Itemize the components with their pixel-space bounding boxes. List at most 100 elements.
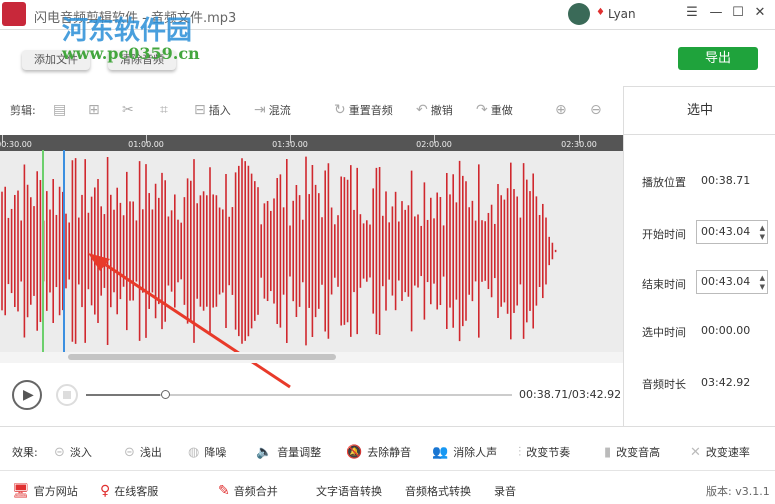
effect-label: 浅出 xyxy=(139,446,162,459)
effect-button[interactable]: ▮ 改变音高 xyxy=(604,444,660,460)
selection-panel: 选中 播放位置 00:38.71 开始时间 00:43.04 ▲ ▼ 结束时间 00… xyxy=(623,86,775,426)
effect-icon: ◍ xyxy=(188,444,200,460)
footer-link[interactable]: ✎ 音频合并 xyxy=(218,483,278,499)
maximize-button[interactable]: ☐ xyxy=(730,5,746,20)
spin-down-icon[interactable]: ▼ xyxy=(760,283,765,291)
effect-icon: ⊝ xyxy=(54,444,65,460)
effect-label: 消除人声 xyxy=(453,446,498,459)
cut-icon[interactable]: ✂ xyxy=(122,102,134,118)
timeline-label: 01:30.00 xyxy=(272,140,308,149)
edit-label: 剪辑: xyxy=(10,104,36,117)
insert-icon: ⊟ xyxy=(194,102,206,118)
footer-label: 文字语音转换 xyxy=(316,485,382,498)
paste-icon[interactable]: ⊞ xyxy=(88,102,100,118)
start-marker[interactable] xyxy=(42,150,44,352)
effect-label: 降噪 xyxy=(204,446,227,459)
effect-icon: ⫶ xyxy=(518,444,522,460)
stop-icon xyxy=(63,391,71,399)
username[interactable]: Lyan xyxy=(608,7,636,21)
footer-link[interactable]: 文字语音转换 xyxy=(316,483,382,499)
effect-button[interactable]: 🔕 去除静音 xyxy=(346,444,411,460)
effect-icon: ✕ xyxy=(690,444,701,460)
timeline-label: 02:30.00 xyxy=(561,140,597,149)
undo-button[interactable]: ↶ 撤销 xyxy=(416,102,453,118)
spin-up-icon[interactable]: ▲ xyxy=(760,224,765,232)
edit-toolbar: 剪辑: ▤ ⊞ ✂ ⌗ ⊟ 插入 ⇥ 混流 ↻ 重置音频 ↶ 撤销 ↷ 重做 ⊕ ⊖ xyxy=(0,96,620,124)
timeline-ruler[interactable]: 00:30.00 01:00.00 01:30.00 02:00.00 02:30.00 xyxy=(0,135,623,151)
effect-button[interactable]: ⊝ 浅出 xyxy=(124,444,162,460)
mix-label: 混流 xyxy=(268,104,291,117)
insert-label: 插入 xyxy=(208,104,231,117)
mix-icon: ⇥ xyxy=(254,102,266,118)
progress-track[interactable] xyxy=(86,394,512,396)
effect-button[interactable]: 🔈 音量调整 xyxy=(256,444,321,460)
undo-label: 撤销 xyxy=(430,104,453,117)
selection-time-label: 选中时间 xyxy=(642,326,686,339)
effect-icon: 🔕 xyxy=(346,444,363,460)
divider xyxy=(0,426,775,427)
timeline-label: 01:00.00 xyxy=(128,140,164,149)
effect-button[interactable]: ✕ 改变速率 xyxy=(690,444,750,460)
watermark-url: www.pc0359.cn xyxy=(62,44,200,63)
timeline-label: 02:00.00 xyxy=(416,140,452,149)
end-time-label: 结束时间 xyxy=(642,278,686,291)
redo-button[interactable]: ↷ 重做 xyxy=(476,102,513,118)
stop-button[interactable] xyxy=(56,384,78,406)
footer-icon: ✎ xyxy=(218,483,230,499)
effect-button[interactable]: ⫶ 改变节奏 xyxy=(518,444,570,460)
redo-label: 重做 xyxy=(490,104,513,117)
copy-icon[interactable]: ▤ xyxy=(53,102,66,118)
effect-button[interactable]: 👥 消除人声 xyxy=(432,444,497,460)
scrollbar-thumb[interactable] xyxy=(68,354,336,360)
close-button[interactable]: ✕ xyxy=(752,5,768,20)
vip-icon: ♦ xyxy=(596,7,605,18)
mix-button[interactable]: ⇥ 混流 xyxy=(254,102,291,118)
effect-icon: 👥 xyxy=(432,444,449,460)
footer-label: 音频格式转换 xyxy=(405,485,471,498)
timeline-label: 00:30.00 xyxy=(0,140,32,149)
reset-icon: ↻ xyxy=(334,102,346,118)
start-time-label: 开始时间 xyxy=(642,228,686,241)
start-time-input[interactable]: 00:43.04 ▲ ▼ xyxy=(696,220,768,244)
zoom-in-icon[interactable]: ⊕ xyxy=(555,102,567,118)
time-display: 00:38.71/03:42.92 xyxy=(519,388,622,401)
footer-label: 录音 xyxy=(494,485,516,498)
undo-icon: ↶ xyxy=(416,102,428,118)
avatar[interactable] xyxy=(568,3,590,25)
effect-button[interactable]: ⊝ 淡入 xyxy=(54,444,92,460)
effect-button[interactable]: ◍ 降噪 xyxy=(188,444,226,460)
spin-down-icon[interactable]: ▼ xyxy=(760,233,765,241)
crop-icon[interactable]: ⌗ xyxy=(160,102,168,118)
effects-bar: 效果: ⊝ 淡入 ⊝ 浅出 ◍ 降噪 🔈 音量调整 🔕 去除静音 👥 消除人声 ⫶ 改变节奏 ▮ 改变音高 ✕ 改变… xyxy=(0,440,775,462)
play-position-label: 播放位置 xyxy=(642,176,686,189)
menu-button[interactable]: ☰ xyxy=(684,5,700,20)
reset-audio-button[interactable]: ↻ 重置音频 xyxy=(334,102,393,118)
effects-label: 效果: xyxy=(12,446,38,459)
selection-time-value: 00:00.00 xyxy=(701,324,751,337)
minimize-button[interactable]: — xyxy=(708,5,724,20)
zoom-out-icon[interactable]: ⊖ xyxy=(590,102,602,118)
effect-icon: ⊝ xyxy=(124,444,135,460)
reset-label: 重置音频 xyxy=(348,104,393,117)
footer-link[interactable]: 🖥 官方网站 xyxy=(12,483,78,499)
end-time-value: 00:43.04 xyxy=(701,275,751,288)
footer-link[interactable]: 录音 xyxy=(494,483,516,499)
play-button[interactable]: ▶ xyxy=(12,380,42,410)
progress-handle[interactable] xyxy=(161,390,170,399)
end-time-input[interactable]: 00:43.04 ▲ ▼ xyxy=(696,270,768,294)
play-position-value: 00:38.71 xyxy=(701,174,751,187)
footer-link[interactable]: ♀ 在线客服 xyxy=(100,483,158,499)
effect-label: 去除静音 xyxy=(367,446,412,459)
effect-icon: ▮ xyxy=(604,444,612,460)
export-button[interactable]: 导出 xyxy=(678,47,758,70)
insert-button[interactable]: ⊟ 插入 xyxy=(194,102,231,118)
footer-icon: ♀ xyxy=(100,483,111,499)
watermark-logo: 河东软件园 xyxy=(62,16,193,46)
play-icon: ▶ xyxy=(23,387,34,403)
app-logo xyxy=(2,2,26,26)
footer-link[interactable]: 音频格式转换 xyxy=(405,483,471,499)
version-label: 版本: v3.1.1 xyxy=(706,485,770,498)
duration-label: 音频时长 xyxy=(642,378,686,391)
spin-up-icon[interactable]: ▲ xyxy=(760,274,765,282)
playhead-marker[interactable] xyxy=(63,150,65,352)
